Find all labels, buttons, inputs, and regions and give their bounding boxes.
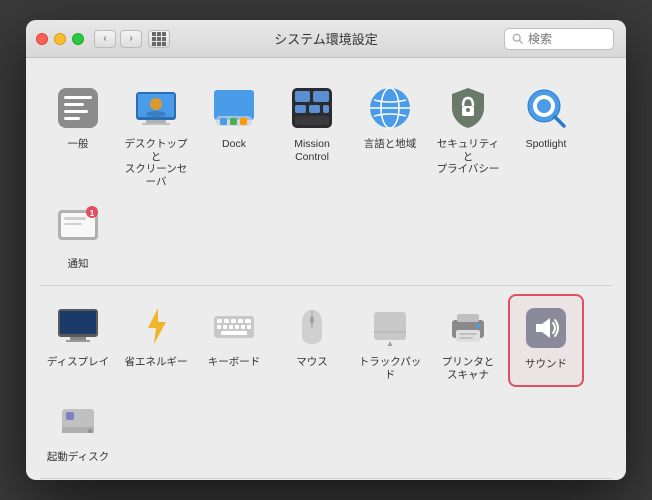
close-button[interactable]: [36, 33, 48, 45]
pref-security[interactable]: セキュリティとプライバシー: [430, 76, 506, 194]
svg-text:▲: ▲: [386, 339, 394, 348]
general-label: 一般: [68, 138, 89, 151]
mission-label: MissionControl: [294, 138, 330, 163]
display-icon-wrap: [52, 300, 104, 352]
pref-display[interactable]: ディスプレイ: [40, 294, 116, 387]
notification-icon-wrap: 1: [52, 202, 104, 254]
back-button[interactable]: ‹: [94, 30, 116, 48]
trackpad-label: トラックパッド: [356, 356, 424, 381]
svg-text:1: 1: [90, 209, 95, 218]
titlebar: ‹ › システム環境設定: [26, 20, 626, 58]
spotlight-icon-wrap: [520, 82, 572, 134]
mouse-icon-wrap: [286, 300, 338, 352]
general-icon-wrap: [52, 82, 104, 134]
system-preferences-window: ‹ › システム環境設定: [26, 20, 626, 480]
dock-label: Dock: [222, 138, 246, 151]
forward-button[interactable]: ›: [120, 30, 142, 48]
display-label: ディスプレイ: [47, 356, 109, 369]
security-label: セキュリティとプライバシー: [434, 138, 502, 176]
startup-icon-wrap: [52, 395, 104, 447]
pref-general[interactable]: 一般: [40, 76, 116, 194]
traffic-lights: [36, 33, 84, 45]
pref-startup[interactable]: 起動ディスク: [40, 389, 116, 470]
desktop-icon-wrap: [130, 82, 182, 134]
security-icon-wrap: [442, 82, 494, 134]
grid-icon: [152, 32, 166, 46]
printer-label: プリンタとスキャナ: [442, 356, 495, 381]
nav-buttons: ‹ ›: [94, 30, 142, 48]
energy-label: 省エネルギー: [125, 356, 188, 369]
pref-dock[interactable]: Dock: [196, 76, 272, 194]
energy-icon-wrap: [130, 300, 182, 352]
spotlight-label: Spotlight: [526, 138, 567, 151]
sound-icon-wrap: [520, 302, 572, 354]
pref-desktop[interactable]: デスクトップとスクリーンセーバ: [118, 76, 194, 194]
keyboard-label: キーボード: [208, 356, 261, 369]
pref-language[interactable]: 言語と地域: [352, 76, 428, 194]
pref-keyboard[interactable]: キーボード: [196, 294, 272, 387]
mouse-label: マウス: [296, 356, 328, 369]
pref-energy[interactable]: 省エネルギー: [118, 294, 194, 387]
section-row2: ディスプレイ 省エネルギー: [40, 286, 612, 479]
pref-printer[interactable]: プリンタとスキャナ: [430, 294, 506, 387]
keyboard-icon-wrap: [208, 300, 260, 352]
startup-label: 起動ディスク: [47, 451, 109, 464]
section-row1: 一般 デスクトップとスクリーンセーバ: [40, 68, 612, 286]
pref-notification[interactable]: 1 通知: [40, 196, 116, 277]
search-box[interactable]: [504, 28, 614, 50]
printer-icon-wrap: [442, 300, 494, 352]
language-icon-wrap: [364, 82, 416, 134]
pref-mouse[interactable]: マウス: [274, 294, 350, 387]
section-row3: Ne Op iCloud iCloud @ インターネットアカウント: [40, 479, 612, 480]
dock-icon-wrap: [208, 82, 260, 134]
desktop-label: デスクトップとスクリーンセーバ: [122, 138, 190, 188]
window-title: システム環境設定: [274, 29, 378, 48]
maximize-button[interactable]: [72, 33, 84, 45]
pref-spotlight[interactable]: Spotlight: [508, 76, 584, 194]
preferences-content: 一般 デスクトップとスクリーンセーバ: [26, 58, 626, 480]
minimize-button[interactable]: [54, 33, 66, 45]
search-icon: [512, 33, 524, 45]
pref-mission[interactable]: MissionControl: [274, 76, 350, 194]
trackpad-icon-wrap: ▲: [364, 300, 416, 352]
pref-sound[interactable]: サウンド: [508, 294, 584, 387]
mission-icon-wrap: [286, 82, 338, 134]
notification-label: 通知: [68, 258, 89, 271]
sound-label: サウンド: [525, 358, 567, 371]
pref-trackpad[interactable]: ▲ トラックパッド: [352, 294, 428, 387]
search-input[interactable]: [528, 32, 606, 46]
grid-view-button[interactable]: [148, 30, 170, 48]
language-label: 言語と地域: [364, 138, 417, 151]
